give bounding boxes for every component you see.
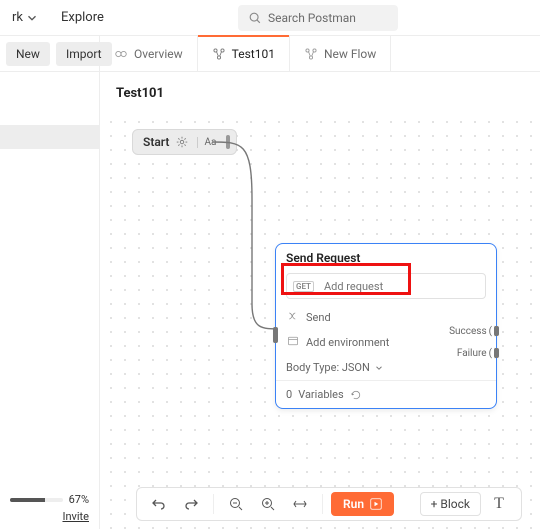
send-label: Send: [306, 311, 331, 324]
text-tool-button[interactable]: T: [485, 491, 513, 517]
overview-icon: [114, 47, 128, 61]
sidebar-item[interactable]: [0, 125, 99, 149]
search-placeholder: Search Postman: [268, 11, 356, 25]
connector-line: [212, 139, 282, 339]
chevron-down-icon: [25, 11, 39, 25]
play-icon: [370, 498, 382, 510]
add-request-input[interactable]: GET: [286, 273, 486, 299]
search-input[interactable]: Search Postman: [238, 5, 398, 31]
progress-row: 67%: [10, 493, 89, 506]
zoom-in-button[interactable]: [254, 491, 282, 517]
search-icon: [248, 11, 262, 25]
bottom-toolbar: Run + Block T: [136, 487, 522, 521]
invite-link[interactable]: Invite: [10, 510, 89, 523]
environment-icon: [286, 335, 300, 350]
variables-row[interactable]: 0 Variables: [276, 380, 496, 408]
new-button[interactable]: New: [6, 42, 50, 66]
flow-icon: [304, 47, 318, 61]
flow-canvas[interactable]: Start Aa Send Request GET: [100, 111, 540, 529]
failure-port[interactable]: Failure ( ): [457, 348, 498, 359]
add-env-label: Add environment: [306, 336, 389, 349]
tab-overview[interactable]: Overview: [100, 36, 198, 71]
flow-title: Test101: [100, 72, 540, 111]
chevron-down-icon: [374, 363, 384, 373]
tab-test101[interactable]: Test101: [198, 36, 290, 71]
flow-icon: [212, 47, 226, 61]
tab-label: New Flow: [324, 47, 376, 61]
refresh-icon[interactable]: [350, 389, 362, 401]
node-input-handle[interactable]: [273, 327, 278, 343]
tab-label: Test101: [232, 47, 275, 61]
redo-button[interactable]: [177, 491, 205, 517]
explore-link[interactable]: Explore: [61, 10, 104, 25]
progress-pct: 67%: [69, 493, 89, 506]
workspace-label: rk: [12, 10, 23, 25]
node-title: Send Request: [276, 244, 496, 271]
block-label: Block: [440, 497, 470, 511]
progress-bar: [10, 498, 63, 502]
send-request-node[interactable]: Send Request GET Send Add environment: [275, 243, 497, 409]
variables-label: Variables: [298, 388, 344, 401]
zoom-out-button[interactable]: [222, 491, 250, 517]
add-block-button[interactable]: + Block: [420, 492, 481, 516]
request-name-field[interactable]: [320, 280, 485, 293]
plus-icon: +: [431, 497, 441, 511]
workspace-dropdown[interactable]: rk: [8, 8, 43, 27]
run-button[interactable]: Run: [331, 492, 394, 516]
success-label: Success: [449, 326, 487, 337]
sidebar: 67% Invite: [0, 72, 100, 529]
tab-label: Overview: [134, 47, 183, 61]
body-type-label: Body Type: JSON: [286, 361, 370, 374]
send-icon: [286, 310, 300, 325]
fit-button[interactable]: [286, 491, 314, 517]
http-verb-badge: GET: [293, 281, 314, 292]
undo-button[interactable]: [145, 491, 173, 517]
failure-label: Failure: [457, 348, 487, 359]
font-chip[interactable]: Aa: [197, 137, 216, 148]
start-label: Start: [143, 135, 169, 149]
success-handle[interactable]: [494, 326, 499, 336]
tab-newflow[interactable]: New Flow: [290, 36, 391, 71]
gear-icon[interactable]: [175, 135, 189, 149]
variables-count: 0: [286, 388, 292, 401]
success-port[interactable]: Success ( ): [449, 326, 498, 337]
run-label: Run: [343, 497, 364, 511]
start-node[interactable]: Start Aa: [132, 129, 237, 155]
failure-handle[interactable]: [494, 348, 499, 358]
start-output-handle[interactable]: [226, 135, 230, 149]
